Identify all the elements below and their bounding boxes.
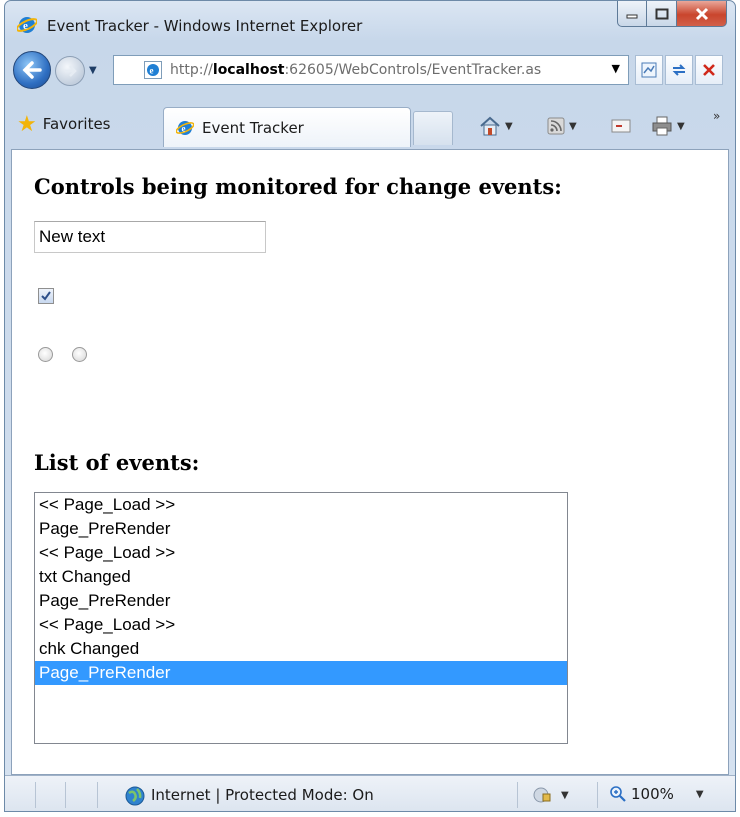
feeds-icon: [547, 117, 565, 135]
compatibility-view-button[interactable]: [635, 55, 663, 85]
status-divider: [517, 782, 518, 808]
minimize-button[interactable]: [617, 1, 647, 27]
maximize-button[interactable]: [647, 1, 677, 27]
browser-window: e Event Tracker - Windows Internet Explo…: [4, 0, 736, 812]
ie-logo-icon: e: [17, 17, 37, 33]
heading-event-list: List of events:: [34, 450, 200, 475]
zoom-level: 100%: [631, 785, 674, 803]
event-list-item[interactable]: Page_PreRender: [35, 589, 567, 613]
window-controls: [617, 1, 727, 29]
stop-icon: [703, 64, 715, 76]
zoom-button[interactable]: 100% ▼: [609, 785, 704, 803]
mail-icon: [611, 119, 631, 133]
back-button[interactable]: [13, 51, 51, 89]
minimize-icon: [626, 14, 638, 18]
refresh-button[interactable]: [665, 55, 693, 85]
event-list-item-selected[interactable]: Page_PreRender: [35, 661, 567, 685]
url-path: :62605/WebControls/EventTracker.as: [284, 62, 542, 78]
favorites-star-icon: ★: [17, 111, 37, 137]
home-dropdown-icon[interactable]: ▼: [505, 121, 513, 132]
status-divider: [597, 782, 598, 808]
window-title: Event Tracker - Windows Internet Explore…: [47, 17, 363, 35]
monitored-radio-1[interactable]: [38, 347, 53, 362]
print-dropdown-icon[interactable]: ▼: [677, 121, 685, 132]
recent-pages-dropdown-icon[interactable]: ▼: [89, 65, 97, 76]
chevron-more-icon: »: [713, 109, 721, 123]
tab-event-tracker[interactable]: e Event Tracker: [163, 107, 411, 147]
protected-mode-icon: [533, 787, 551, 803]
status-bar: Internet | Protected Mode: On ▼ 100% ▼: [5, 775, 735, 811]
print-button[interactable]: ▼: [651, 113, 685, 139]
tab-ie-icon: e: [176, 120, 194, 135]
feeds-button[interactable]: ▼: [547, 113, 577, 139]
svg-text:e: e: [182, 123, 186, 133]
compatibility-view-icon: [641, 62, 657, 78]
event-list-item[interactable]: chk Changed: [35, 637, 567, 661]
monitored-textbox[interactable]: [34, 221, 266, 253]
checkmark-icon: [41, 291, 51, 301]
page-ie-icon: e: [144, 61, 162, 79]
stop-button[interactable]: [695, 55, 723, 85]
tab-label: Event Tracker: [202, 118, 304, 137]
status-divider: [65, 782, 66, 808]
home-button[interactable]: ▼: [479, 113, 513, 139]
event-list-item[interactable]: txt Changed: [35, 565, 567, 589]
more-commands-button[interactable]: »: [713, 103, 720, 129]
forward-button[interactable]: [55, 56, 85, 86]
forward-arrow-icon: [65, 65, 77, 77]
address-bar-row: ▼ e http://localhost:62605/WebControls/E…: [5, 47, 735, 97]
address-url: http://localhost:62605/WebControls/Event…: [170, 62, 590, 78]
url-prefix: http://: [170, 62, 213, 78]
security-zone-text[interactable]: Internet | Protected Mode: On: [151, 786, 374, 804]
zoom-dropdown-icon: ▼: [695, 788, 704, 800]
url-host: localhost: [212, 62, 285, 78]
events-listbox[interactable]: << Page_Load >> Page_PreRender << Page_L…: [34, 492, 568, 744]
refresh-icon: [672, 64, 686, 76]
close-button[interactable]: [677, 1, 727, 27]
status-divider: [97, 782, 98, 808]
address-field[interactable]: e http://localhost:62605/WebControls/Eve…: [113, 55, 629, 85]
favorites-button[interactable]: ★ Favorites: [17, 109, 111, 139]
zoom-magnifier-icon: [610, 786, 626, 802]
read-mail-button[interactable]: [611, 113, 631, 139]
feeds-dropdown-icon[interactable]: ▼: [569, 121, 577, 132]
new-tab-button[interactable]: [413, 111, 453, 145]
print-icon: [652, 116, 672, 136]
event-list-item[interactable]: << Page_Load >>: [35, 613, 567, 637]
event-list-item[interactable]: << Page_Load >>: [35, 493, 567, 517]
heading-monitored-controls: Controls being monitored for change even…: [34, 174, 562, 199]
home-icon: [480, 116, 500, 136]
monitored-checkbox[interactable]: [38, 288, 54, 304]
protected-mode-button[interactable]: ▼: [531, 786, 569, 804]
internet-globe-icon: [125, 786, 145, 806]
monitored-radio-2[interactable]: [72, 347, 87, 362]
svg-text:e: e: [150, 66, 154, 76]
status-divider: [35, 782, 36, 808]
maximize-icon: [655, 8, 668, 19]
address-dropdown-icon[interactable]: ▼: [612, 62, 620, 75]
event-list-item[interactable]: << Page_Load >>: [35, 541, 567, 565]
close-icon: [695, 7, 708, 20]
tab-bar: ★ Favorites e Event Tracker ▼ ▼ ▼ »: [5, 103, 735, 149]
protected-mode-dropdown-icon: ▼: [561, 789, 569, 801]
title-bar: e Event Tracker - Windows Internet Explo…: [5, 1, 735, 45]
back-arrow-icon: [22, 61, 42, 79]
favorites-label: Favorites: [42, 115, 111, 133]
page-content: Controls being monitored for change even…: [11, 149, 729, 775]
svg-text:e: e: [23, 20, 28, 32]
event-list-item[interactable]: Page_PreRender: [35, 517, 567, 541]
